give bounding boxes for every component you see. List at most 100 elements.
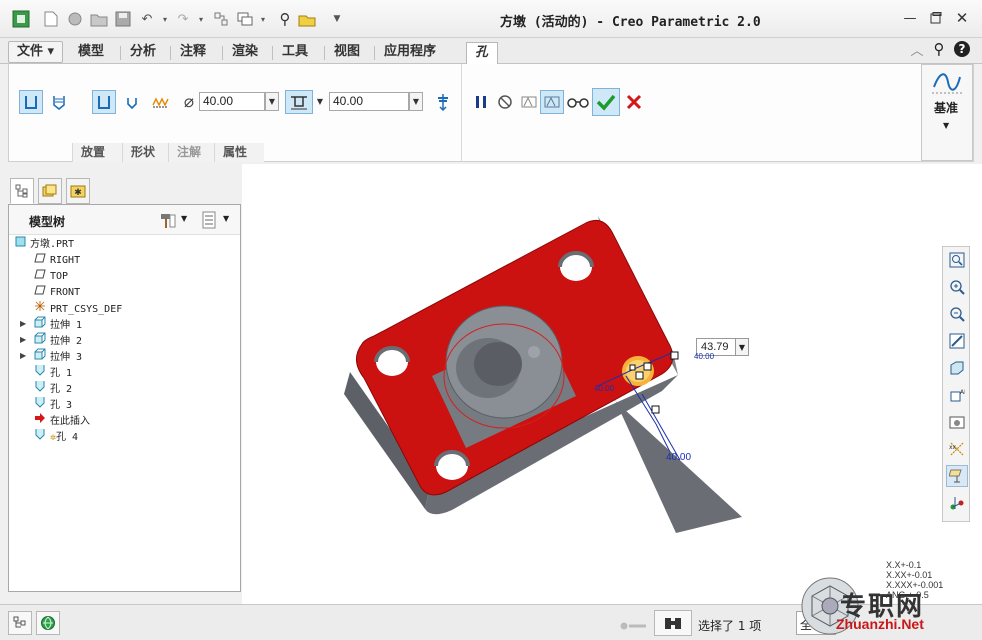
tab-analysis[interactable]: 分析	[122, 42, 164, 64]
diameter-dropdown[interactable]: ▼	[265, 92, 279, 111]
tree-item-top[interactable]: TOP	[33, 268, 68, 284]
cancel-x-button[interactable]	[622, 90, 646, 114]
ribbon-search-icon[interactable]: ⚲	[930, 40, 948, 58]
apply-checkmark-button[interactable]	[592, 88, 620, 116]
toggle-navigator-icon[interactable]	[8, 611, 32, 635]
tree-item-hole-4[interactable]: ✲孔 4	[33, 428, 78, 444]
tolerance-line-1: X.X+-0.1	[886, 560, 922, 570]
tree-show-dropdown-icon[interactable]: ▼	[223, 214, 229, 223]
undo-icon[interactable]: ↶	[138, 10, 156, 28]
progress-indicator	[620, 619, 648, 630]
close-window-folder-icon[interactable]	[298, 10, 316, 28]
close-button[interactable]: ✕	[950, 8, 974, 28]
refit-icon[interactable]	[946, 249, 968, 271]
open-folder-icon[interactable]	[90, 10, 108, 28]
dimension-label-offset[interactable]: 40.00	[594, 384, 614, 393]
tree-item-extrude-2[interactable]: 拉伸 2	[33, 332, 82, 348]
expand-arrow-icon[interactable]: ▶	[20, 348, 26, 364]
datum-label: 基准	[934, 101, 959, 115]
svg-text:✱: ✱	[74, 188, 82, 198]
tab-annotate[interactable]: 注释	[172, 42, 214, 64]
tab-tools[interactable]: 工具	[274, 42, 316, 64]
tab-hole[interactable]: 孔	[466, 42, 498, 65]
tree-item-part[interactable]: 方墩.PRT	[13, 236, 74, 252]
simple-hole-icon[interactable]	[19, 90, 43, 114]
subtab-placement[interactable]: 放置	[72, 143, 122, 162]
drill-hole-profile-icon[interactable]	[120, 90, 144, 114]
pause-icon[interactable]	[469, 90, 493, 114]
depth-type-dropdown[interactable]: ▼	[313, 92, 327, 111]
tree-item-right[interactable]: RIGHT	[33, 252, 80, 268]
tab-render[interactable]: 渲染	[224, 42, 266, 64]
tree-item-front[interactable]: FRONT	[33, 284, 80, 300]
tab-separator	[272, 46, 273, 60]
tree-item-insert-here[interactable]: 在此插入	[33, 412, 90, 428]
display-style-icon[interactable]	[946, 357, 968, 379]
flat-hole-profile-icon[interactable]	[92, 90, 116, 114]
zoom-out-icon[interactable]	[946, 303, 968, 325]
search-icon[interactable]: ⚲	[276, 10, 294, 28]
tab-folder-browser[interactable]	[38, 178, 62, 204]
svg-text:xx: xx	[949, 444, 957, 451]
verify-mode-icon[interactable]	[517, 90, 541, 114]
dimension-label-depth[interactable]: 40.00	[666, 452, 691, 463]
tree-item-hole-3[interactable]: 孔 3	[33, 396, 72, 412]
redo-icon[interactable]: ↷	[174, 10, 192, 28]
depth-input[interactable]: 40.00	[329, 92, 409, 111]
graphics-window[interactable]: 43.79 ▼ 40.00 40.00 40.00	[242, 164, 982, 604]
tab-view[interactable]: 视图	[326, 42, 368, 64]
save-icon[interactable]	[114, 10, 132, 28]
tab-applications[interactable]: 应用程序	[376, 42, 444, 64]
tab-model[interactable]: 模型	[70, 42, 112, 64]
undo-dropdown-icon[interactable]: ▾	[156, 10, 174, 28]
windows-icon[interactable]	[236, 10, 254, 28]
flip-direction-icon[interactable]	[431, 90, 455, 114]
regenerate-icon[interactable]	[212, 10, 230, 28]
no-preview-icon[interactable]	[493, 90, 517, 114]
annotation-display-icon[interactable]: xx	[946, 438, 968, 460]
standard-hole-icon[interactable]	[47, 90, 71, 114]
restore-button[interactable]	[924, 8, 948, 28]
datum-display-icon[interactable]	[946, 465, 968, 487]
toggle-browser-icon[interactable]	[36, 611, 60, 635]
tree-item-extrude-3[interactable]: 拉伸 3	[33, 348, 82, 364]
tab-file[interactable]: 文件 ▾	[8, 41, 64, 63]
zoom-in-icon[interactable]	[946, 276, 968, 298]
tree-item-extrude-1[interactable]: 拉伸 1	[33, 316, 82, 332]
geometry-preview-icon[interactable]	[540, 90, 564, 114]
find-icon[interactable]	[654, 610, 692, 636]
tab-model-tree[interactable]	[10, 178, 34, 204]
customize-toolbar-icon[interactable]: ▼	[328, 10, 346, 28]
tree-item-csys[interactable]: PRT_CSYS_DEF	[33, 300, 122, 316]
depth-dropdown[interactable]: ▼	[409, 92, 423, 111]
help-icon[interactable]: ?	[953, 40, 971, 58]
tree-settings-dropdown-icon[interactable]: ▼	[181, 214, 187, 223]
minimize-button[interactable]: —	[898, 8, 922, 28]
subtab-note[interactable]: 注解	[168, 143, 214, 162]
glasses-preview-icon[interactable]	[565, 90, 591, 114]
tree-item-hole-1[interactable]: 孔 1	[33, 364, 72, 380]
tree-show-icon[interactable]	[201, 211, 217, 232]
new-file-icon[interactable]	[42, 10, 60, 28]
datum-group[interactable]: 基准 ▼	[921, 64, 973, 161]
expand-arrow-icon[interactable]: ▶	[20, 316, 26, 332]
tree-settings-icon[interactable]	[159, 211, 177, 232]
expand-arrow-icon[interactable]: ▶	[20, 332, 26, 348]
subtab-properties[interactable]: 属性	[214, 143, 264, 162]
saved-orientations-icon[interactable]: AB	[946, 384, 968, 406]
minimize-ribbon-icon[interactable]: ︿	[908, 40, 926, 59]
spin-center-icon[interactable]	[946, 492, 968, 514]
diameter-input[interactable]: 40.00	[199, 92, 265, 111]
open-session-icon[interactable]	[66, 10, 84, 28]
redo-dropdown-icon[interactable]: ▾	[192, 10, 210, 28]
tree-item-hole-2[interactable]: 孔 2	[33, 380, 72, 396]
tab-favorites[interactable]: ✱	[66, 178, 90, 204]
depth-blind-icon[interactable]	[285, 90, 313, 114]
subtab-shape[interactable]: 形状	[122, 143, 168, 162]
dimension-dropdown[interactable]: ▼	[735, 338, 749, 356]
windows-dropdown-icon[interactable]: ▾	[254, 10, 272, 28]
dimension-label-side[interactable]: 40.00	[694, 352, 714, 361]
sketch-hole-icon[interactable]	[148, 90, 172, 114]
repaint-icon[interactable]	[946, 330, 968, 352]
view-manager-icon[interactable]	[946, 411, 968, 433]
